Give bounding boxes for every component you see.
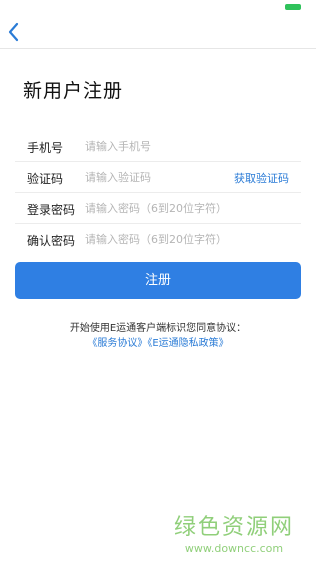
confirm-password-label: 确认密码	[27, 234, 76, 248]
code-input[interactable]	[85, 167, 235, 187]
status-bar	[0, 0, 316, 18]
code-row: 验证码 获取验证码	[15, 162, 301, 193]
service-agreement-link[interactable]: 《服务协议》	[87, 338, 147, 349]
page-title: 新用户注册	[23, 80, 124, 102]
register-button[interactable]: 注册	[15, 262, 301, 299]
code-label: 验证码	[27, 172, 64, 186]
chevron-left-icon[interactable]	[6, 21, 24, 43]
agreement: 开始使用E运通客户端标识您同意协议： 《服务协议》《E运通隐私政策》	[0, 321, 316, 351]
phone-input[interactable]	[85, 136, 235, 156]
phone-label: 手机号	[27, 141, 64, 155]
nav-bar	[0, 18, 316, 49]
register-screen: 新用户注册 手机号 验证码 获取验证码 登录密码 确认密码 注册 开始使用E运通…	[0, 0, 316, 562]
battery-icon	[285, 4, 301, 10]
confirm-password-row: 确认密码	[15, 224, 301, 254]
confirm-password-input[interactable]	[85, 229, 290, 249]
password-input[interactable]	[85, 198, 290, 218]
agreement-links: 《服务协议》《E运通隐私政策》	[0, 336, 316, 351]
watermark: 绿色资源网 www.downcc.com	[174, 509, 294, 555]
watermark-logo: 绿色资源网	[173, 515, 294, 540]
get-code-button[interactable]: 获取验证码	[234, 170, 289, 186]
phone-row: 手机号	[15, 131, 301, 162]
register-form: 手机号 验证码 获取验证码 登录密码 确认密码	[15, 131, 301, 254]
agreement-text: 开始使用E运通客户端标识您同意协议：	[69, 323, 247, 334]
watermark-url: www.downcc.com	[184, 542, 284, 555]
privacy-policy-link[interactable]: 《E运通隐私政策》	[147, 338, 228, 349]
password-label: 登录密码	[27, 203, 76, 217]
password-row: 登录密码	[15, 193, 301, 224]
